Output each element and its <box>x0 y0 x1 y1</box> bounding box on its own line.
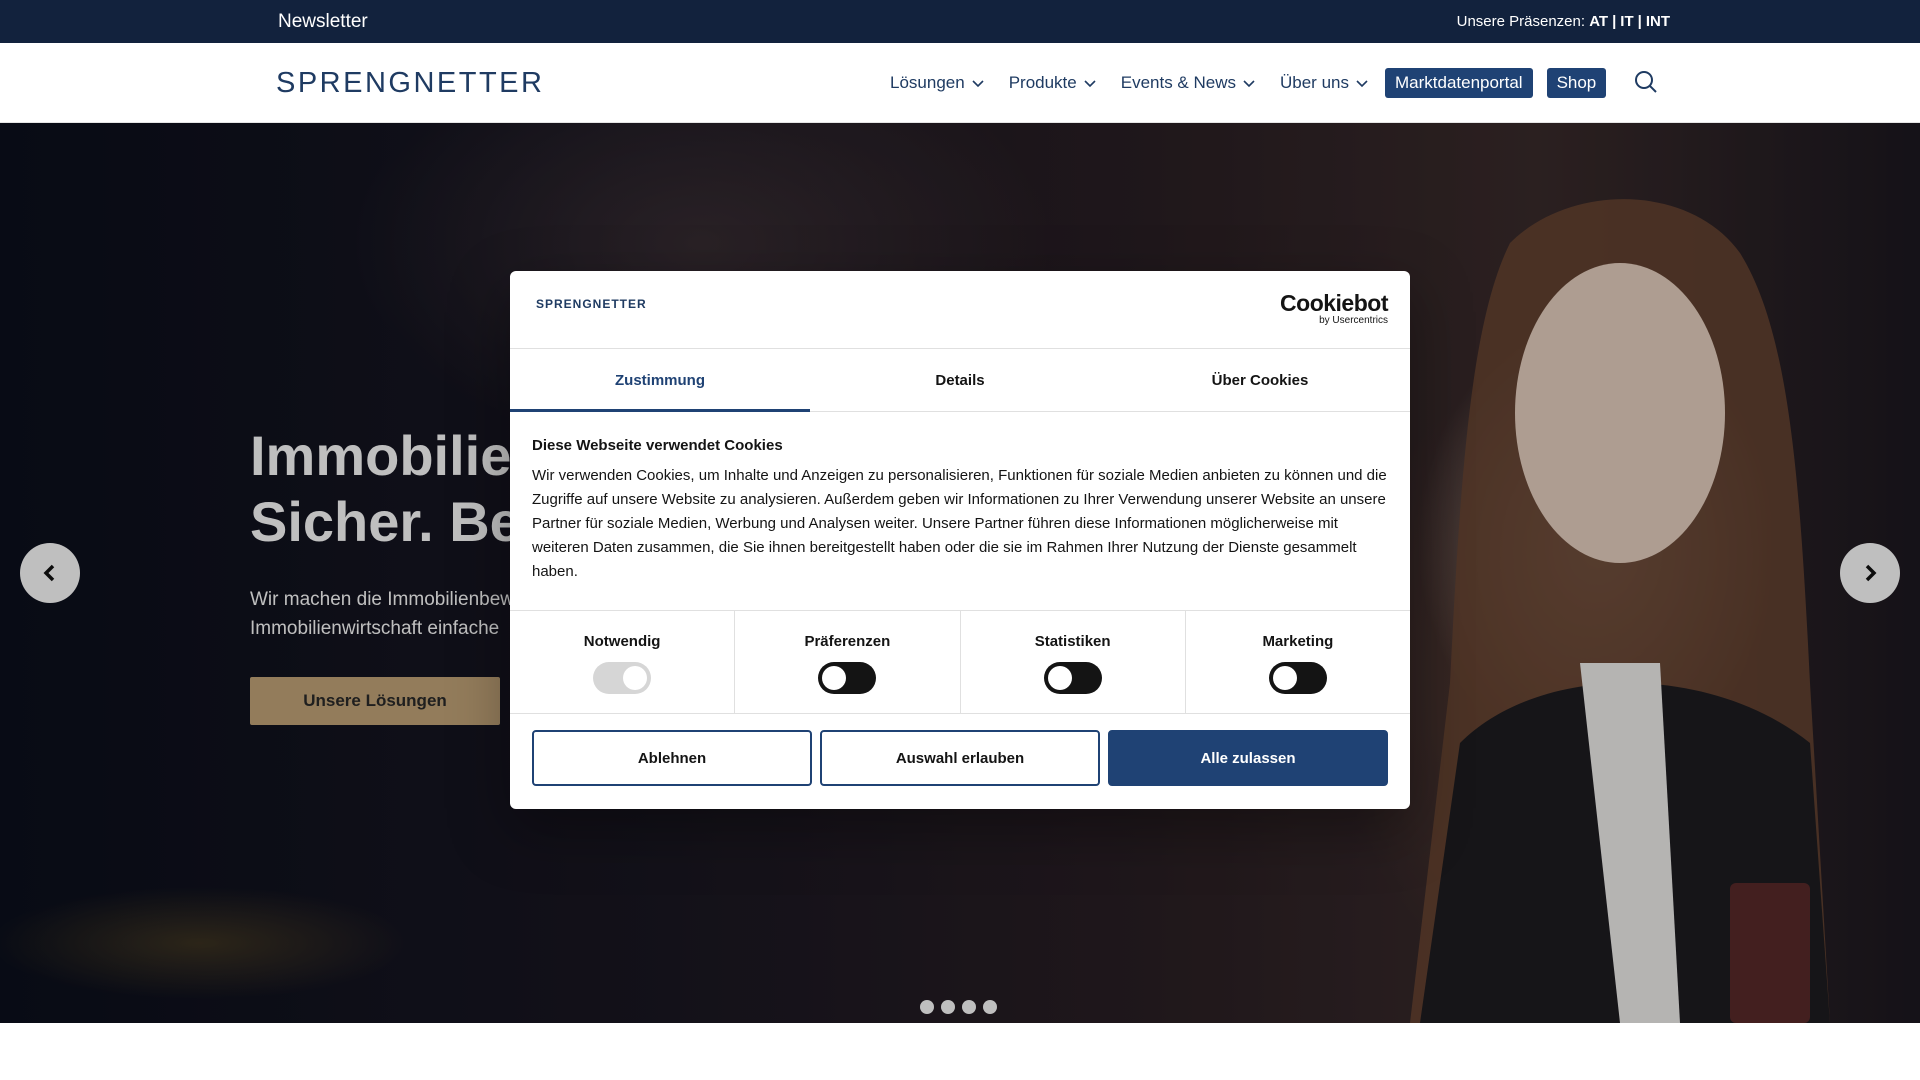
logo[interactable]: SPRENGNETTER <box>276 55 544 111</box>
newsletter-link[interactable]: Newsletter <box>278 11 368 33</box>
category-marketing: Marketing <box>1186 611 1410 713</box>
presence-link-int[interactable]: INT <box>1646 13 1670 30</box>
category-label: Präferenzen <box>804 633 891 650</box>
nav-item-ueber-uns[interactable]: Über uns <box>1280 73 1369 93</box>
category-praeferenzen: Präferenzen <box>735 611 961 713</box>
toggle-marketing[interactable] <box>1268 662 1327 694</box>
category-label: Marketing <box>1262 633 1334 650</box>
category-notwendig: Notwendig <box>510 611 736 713</box>
presence-selector: Unsere Präsenzen: AT | IT | INT <box>1457 13 1670 30</box>
top-bar: Newsletter Unsere Präsenzen: AT | IT | INT <box>0 0 1920 43</box>
nav-item-events-news[interactable]: Events & News <box>1121 73 1256 93</box>
chevron-down-icon <box>1243 80 1255 88</box>
toggle-notwendig <box>593 662 652 694</box>
main-nav: Lösungen Produkte Events & News Über uns… <box>890 43 1620 123</box>
category-label: Statistiken <box>1034 633 1111 650</box>
dialog-actions: Ablehnen Auswahl erlauben Alle zulassen <box>532 730 1388 786</box>
logo-text: SPRENGNETTER <box>276 66 545 99</box>
allow-selection-button[interactable]: Auswahl erlauben <box>820 730 1100 786</box>
tab-ueber-cookies[interactable]: Über Cookies <box>1110 349 1410 411</box>
presence-separator: | <box>1637 13 1642 30</box>
cookiebot-logo[interactable]: Cookiebot by Usercentrics <box>1280 291 1388 327</box>
presence-link-at[interactable]: AT <box>1589 13 1608 30</box>
cookiebot-name: Cookiebot <box>1280 290 1388 316</box>
cookie-consent-dialog: SPRENGNETTER Cookiebot by Usercentrics Z… <box>510 271 1410 809</box>
toggle-knob <box>1272 666 1297 690</box>
main-header: SPRENGNETTER Lösungen Produkte Events & … <box>0 43 1920 123</box>
cookiebot-sub: by Usercentrics <box>1319 315 1388 326</box>
category-label: Notwendig <box>583 633 661 650</box>
nav-item-label: Produkte <box>1008 73 1077 92</box>
page-below-hero <box>0 1023 1920 1080</box>
toggle-knob <box>822 666 847 690</box>
dialog-header: SPRENGNETTER Cookiebot by Usercentrics <box>510 271 1410 349</box>
nav-item-label: Events & News <box>1120 73 1236 92</box>
nav-item-produkte[interactable]: Produkte <box>1009 73 1097 93</box>
toggle-knob <box>623 666 648 690</box>
presence-label: Unsere Präsenzen: <box>1456 13 1586 30</box>
dialog-body: Diese Webseite verwendet Cookies Wir ver… <box>532 437 1388 584</box>
consent-categories: Notwendig Präferenzen Statistiken Market… <box>510 610 1410 714</box>
dialog-text: Wir verwenden Cookies, um Inhalte und An… <box>532 467 1387 580</box>
presence-separator: | <box>1612 13 1617 30</box>
search-icon[interactable] <box>1633 69 1659 95</box>
category-statistiken: Statistiken <box>961 611 1186 713</box>
dialog-tabs: Zustimmung Details Über Cookies <box>510 349 1410 412</box>
tab-zustimmung[interactable]: Zustimmung <box>510 349 810 412</box>
shop-button[interactable]: Shop <box>1546 68 1607 98</box>
presence-link-it[interactable]: IT <box>1620 13 1633 30</box>
tab-details[interactable]: Details <box>810 349 1110 411</box>
nav-item-loesungen[interactable]: Lösungen <box>890 73 985 93</box>
toggle-statistiken[interactable] <box>1043 662 1102 694</box>
decline-button[interactable]: Ablehnen <box>532 730 812 786</box>
marktdatenportal-button[interactable]: Marktdatenportal <box>1384 68 1533 98</box>
nav-item-label: Über uns <box>1280 73 1349 92</box>
chevron-down-icon <box>1084 80 1096 88</box>
chevron-down-icon <box>1356 80 1368 88</box>
toggle-knob <box>1047 666 1072 690</box>
allow-all-button[interactable]: Alle zulassen <box>1108 730 1388 786</box>
dialog-heading: Diese Webseite verwendet Cookies <box>532 437 783 454</box>
nav-item-label: Lösungen <box>890 73 965 92</box>
chevron-down-icon <box>972 80 984 88</box>
toggle-praeferenzen[interactable] <box>818 662 877 694</box>
dialog-logo: SPRENGNETTER <box>536 297 647 311</box>
